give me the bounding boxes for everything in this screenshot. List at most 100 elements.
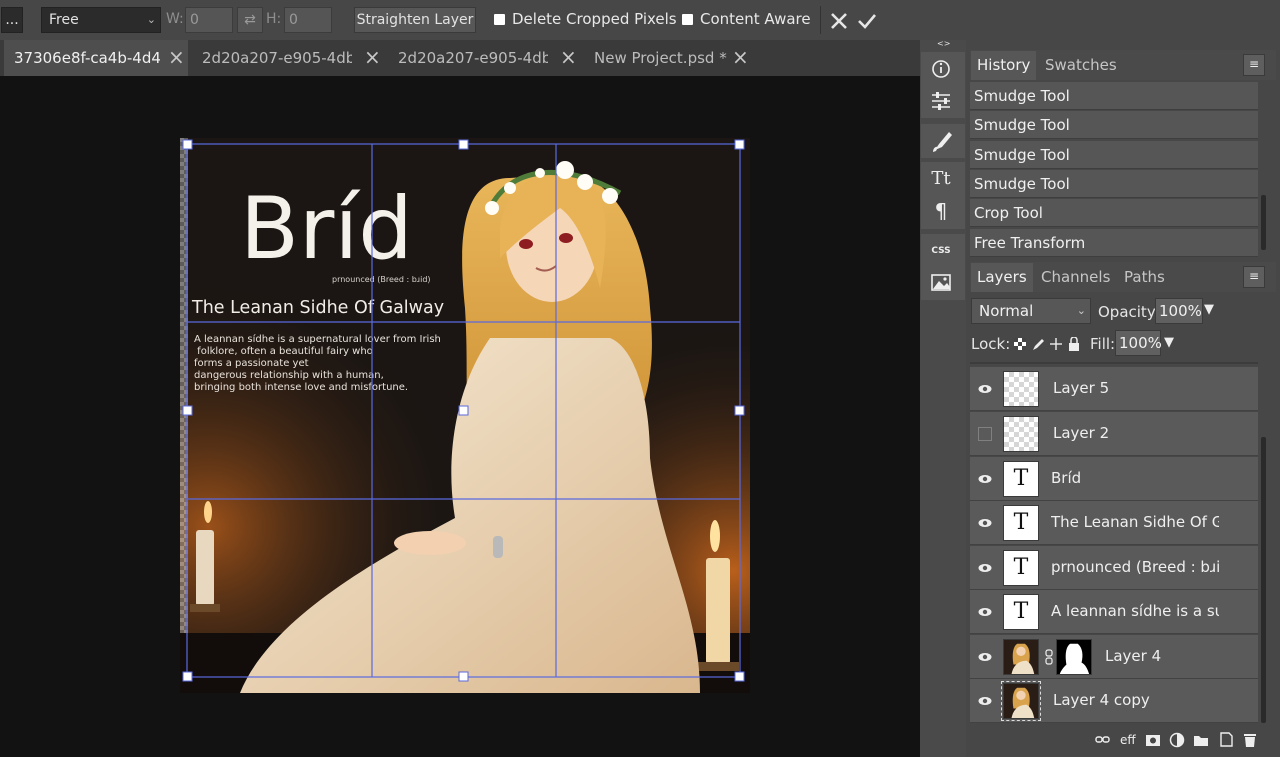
delete-cropped-checkbox[interactable] — [494, 14, 505, 25]
fill-label: Fill: — [1090, 335, 1116, 353]
paragraph-icon[interactable]: ¶ — [921, 195, 965, 229]
visibility-checkbox[interactable] — [978, 427, 992, 441]
straighten-layer-button[interactable]: Straighten Layer — [354, 7, 476, 33]
tab-document-1[interactable]: 37306e8f-ca4b-4d4 * × — [4, 40, 188, 76]
tab-label: 2d20a207-e905-4db * — [202, 49, 352, 67]
description-line: bringing both intense love and misfortun… — [194, 382, 408, 393]
content-aware-label: Content Aware — [700, 10, 811, 28]
adjustment-layer-icon[interactable] — [1169, 732, 1185, 748]
text-layer-thumbnail: T — [1003, 461, 1039, 497]
layer-thumbnail — [1001, 681, 1041, 721]
eye-icon[interactable] — [978, 694, 992, 708]
document-artwork[interactable]: Bríd prnounced (Breed : bɹid) The Leanan… — [180, 138, 750, 693]
tab-document-3[interactable]: 2d20a207-e905-4db * × — [388, 40, 580, 76]
aspect-value: Free — [49, 12, 79, 28]
layer-name: A leannan sídhe is a supernatural — [1051, 602, 1219, 620]
lock-icons[interactable] — [1013, 337, 1083, 351]
new-group-icon[interactable] — [1193, 732, 1209, 748]
layers-scrollbar[interactable] — [1261, 437, 1266, 723]
description-line: dangerous relationship with a human, — [194, 370, 384, 381]
eye-icon[interactable] — [978, 650, 992, 664]
layer-row[interactable]: T prnounced (Breed : bɹid) — [970, 546, 1258, 590]
eye-icon[interactable] — [978, 382, 992, 396]
more-button[interactable]: ... — [1, 7, 23, 33]
layer-mask-thumbnail[interactable] — [1056, 639, 1092, 675]
toolbar-divider — [820, 6, 821, 34]
blend-mode-value: Normal — [979, 302, 1034, 320]
collapse-left-icon[interactable]: <> — [937, 39, 950, 48]
history-item[interactable]: Free Transform — [970, 229, 1258, 257]
layer-row[interactable]: Layer 4 — [970, 635, 1258, 679]
text-tool-icon[interactable]: Tt — [921, 162, 965, 196]
tab-document-4[interactable]: New Project.psd * × — [584, 40, 754, 76]
link-icon[interactable] — [1045, 649, 1053, 665]
history-item[interactable]: Crop Tool — [970, 199, 1258, 227]
opacity-dropdown-icon[interactable]: ▼ — [1204, 302, 1214, 317]
layer-thumbnail — [1003, 639, 1039, 675]
description-line: folklore, often a beautiful fairy who — [194, 346, 373, 357]
layer-thumbnail — [1003, 416, 1039, 452]
tab-label: 37306e8f-ca4b-4d4 * — [14, 49, 160, 67]
history-item[interactable]: Smudge Tool — [970, 170, 1258, 198]
layer-row[interactable]: T A leannan sídhe is a supernatural — [970, 590, 1258, 634]
eye-icon[interactable] — [978, 472, 992, 486]
image-icon[interactable] — [921, 266, 965, 300]
info-icon[interactable] — [921, 52, 965, 86]
lock-transparency-icon — [1014, 338, 1026, 350]
close-icon[interactable]: × — [560, 40, 577, 74]
layer-row[interactable]: T The Leanan Sidhe Of Galway — [970, 501, 1258, 545]
layer-row[interactable]: T Bríd — [970, 457, 1258, 501]
opacity-input[interactable]: 100% — [1155, 298, 1203, 324]
history-scrollbar[interactable] — [1261, 195, 1266, 250]
layer-row[interactable]: Layer 2 — [970, 412, 1258, 456]
history-item[interactable]: Smudge Tool — [970, 82, 1258, 110]
delete-layer-icon[interactable] — [1242, 731, 1258, 748]
eye-icon[interactable] — [978, 605, 992, 619]
add-mask-icon[interactable] — [1145, 732, 1161, 748]
tab-layers[interactable]: Layers — [971, 263, 1033, 292]
artwork-subtitle: The Leanan Sidhe Of Galway — [191, 298, 444, 318]
layers-divider — [970, 362, 1258, 364]
layer-name: prnounced (Breed : bɹid) — [1051, 558, 1219, 576]
css-icon[interactable]: CSS — [921, 234, 965, 268]
new-layer-icon[interactable] — [1218, 731, 1234, 747]
close-icon[interactable]: × — [732, 40, 749, 74]
aspect-select[interactable]: Free ⌄ — [41, 7, 161, 33]
layer-name: Bríd — [1051, 469, 1082, 487]
tab-document-2[interactable]: 2d20a207-e905-4db * × — [192, 40, 384, 76]
layer-thumbnail — [1003, 371, 1039, 407]
history-menu-icon[interactable]: ≡ — [1243, 54, 1265, 76]
chevron-down-icon: ⌄ — [1076, 304, 1086, 317]
fill-dropdown-icon[interactable]: ▼ — [1164, 335, 1174, 350]
height-label: H: — [266, 11, 282, 27]
close-icon[interactable]: × — [364, 40, 381, 74]
height-input[interactable]: 0 — [284, 7, 332, 33]
blend-mode-select[interactable]: Normal ⌄ — [971, 298, 1091, 324]
eye-icon[interactable] — [978, 516, 992, 530]
eye-icon[interactable] — [978, 561, 992, 575]
history-item[interactable]: Smudge Tool — [970, 111, 1258, 139]
link-layers-icon[interactable] — [1094, 732, 1112, 748]
adjustments-icon[interactable] — [921, 84, 965, 118]
lock-position-icon — [1050, 338, 1062, 350]
tab-swatches[interactable]: Swatches — [1045, 56, 1117, 74]
layer-row[interactable]: Layer 5 — [970, 367, 1258, 411]
tab-paths[interactable]: Paths — [1124, 268, 1165, 286]
chevron-down-icon: ⌄ — [146, 13, 156, 26]
layer-row[interactable]: Layer 4 copy — [970, 679, 1258, 723]
tab-channels[interactable]: Channels — [1041, 268, 1110, 286]
layer-effects-icon[interactable]: eff — [1120, 733, 1136, 747]
cancel-crop-icon[interactable] — [830, 12, 848, 30]
lock-label: Lock: — [971, 335, 1011, 353]
tab-label: 2d20a207-e905-4db * — [398, 49, 548, 67]
close-icon[interactable]: × — [168, 40, 185, 74]
layers-menu-icon[interactable]: ≡ — [1243, 266, 1265, 288]
history-item[interactable]: Smudge Tool — [970, 141, 1258, 169]
content-aware-checkbox[interactable] — [682, 14, 693, 25]
tab-history[interactable]: History — [971, 51, 1037, 80]
swap-dimensions-icon[interactable]: ⇄ — [237, 7, 263, 33]
commit-crop-icon[interactable] — [857, 12, 877, 30]
brush-icon[interactable] — [921, 124, 965, 158]
fill-input[interactable]: 100% — [1115, 330, 1162, 356]
width-input[interactable]: 0 — [185, 7, 233, 33]
